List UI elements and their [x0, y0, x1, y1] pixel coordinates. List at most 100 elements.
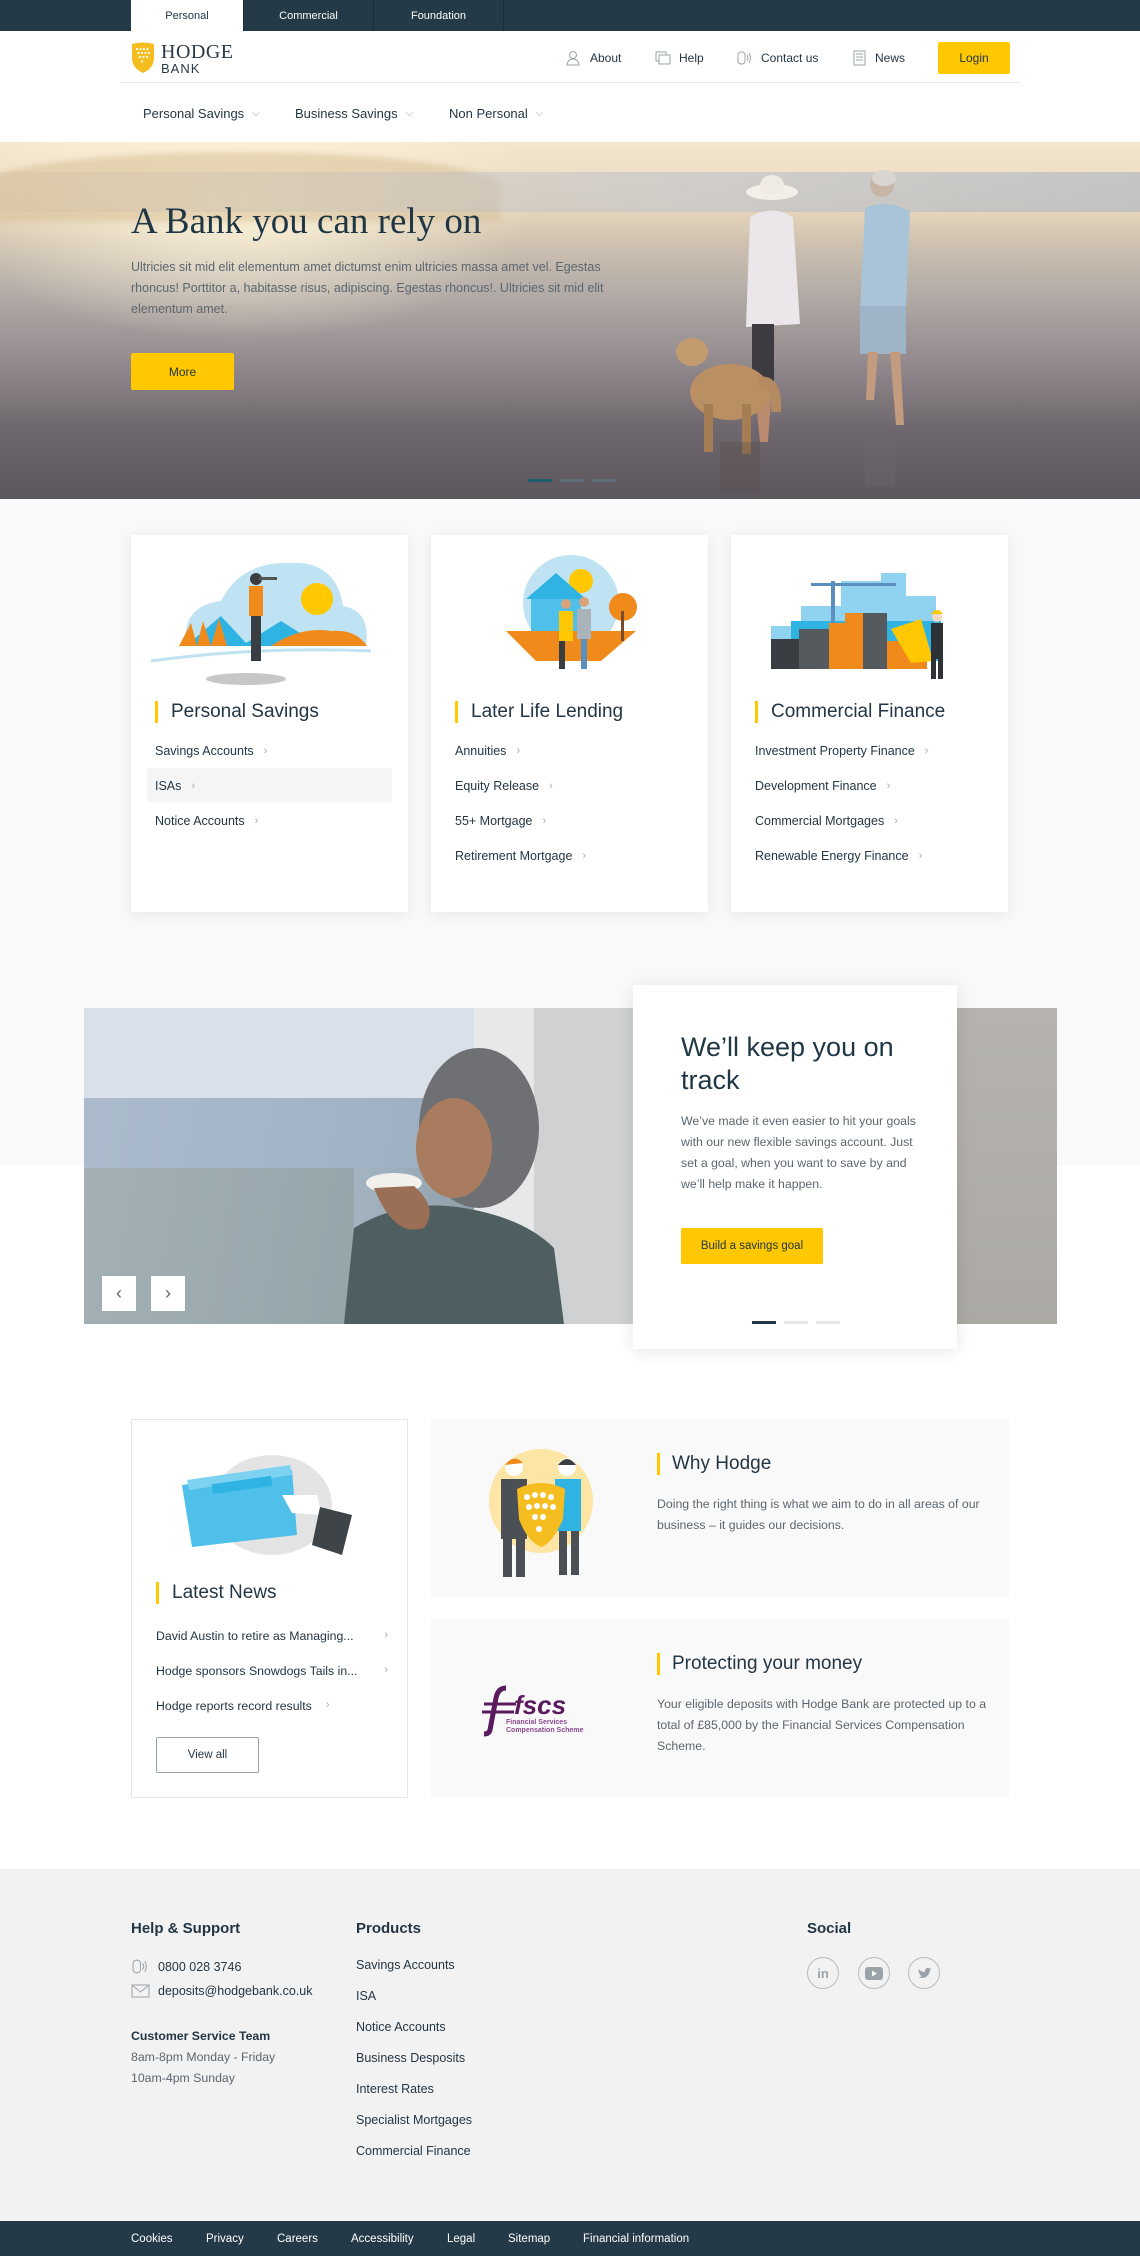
logo-name-top: HODGE [161, 40, 234, 63]
mail-icon [131, 1984, 150, 1998]
chevron-right-icon: › [263, 745, 268, 757]
linkedin-button[interactable]: in [807, 1957, 839, 1989]
nav-personal-savings[interactable]: Personal Savings ⌵ [143, 104, 260, 122]
chevron-right-icon: › [325, 1699, 330, 1711]
header-divider [120, 82, 1020, 83]
footer-product-link[interactable]: Interest Rates [356, 2082, 434, 2096]
house-couple-illustration [506, 555, 637, 669]
footer-product-link[interactable]: Notice Accounts [356, 2020, 446, 2034]
twitter-icon [917, 1967, 932, 1978]
build-savings-goal-button[interactable]: Build a savings goal [681, 1228, 823, 1264]
news-item[interactable]: Hodge reports record results › [156, 1699, 330, 1713]
card-link-isas[interactable]: ISAs › [155, 779, 195, 793]
tab-personal[interactable]: Personal [131, 0, 244, 31]
footer-social-heading: Social [807, 1920, 852, 1937]
utility-label: About [590, 51, 622, 65]
carousel-prev-button[interactable]: ‹ [102, 1276, 136, 1311]
card-link-renewable-energy-finance[interactable]: Renewable Energy Finance › [755, 849, 922, 863]
utility-contact[interactable]: Contact us [736, 44, 818, 72]
card-title: Personal Savings [155, 701, 319, 723]
footer-link-sitemap[interactable]: Sitemap [508, 2221, 550, 2256]
footer-phone[interactable]: 0800 028 3746 [131, 1957, 241, 1976]
news-item[interactable]: Hodge sponsors Snowdogs Tails in... › [156, 1664, 388, 1678]
hero-slide-dot-active[interactable] [528, 479, 552, 482]
footer-product-link[interactable]: Savings Accounts [356, 1958, 455, 1972]
utility-news[interactable]: News [850, 44, 905, 72]
login-button[interactable]: Login [938, 42, 1010, 74]
hero-banner [0, 142, 1140, 499]
link-label: Equity Release [455, 779, 540, 793]
news-item-label: Hodge reports record results [156, 1699, 312, 1713]
promo-slide-dot[interactable] [816, 1321, 840, 1324]
phone-icon [737, 51, 751, 65]
nav-label: Non Personal [449, 105, 528, 121]
footer-product-link[interactable]: Commercial Finance [356, 2144, 471, 2158]
hero-slide-dot[interactable] [592, 479, 616, 482]
protecting-text: Your eligible deposits with Hodge Bank a… [657, 1697, 987, 1753]
logo-name-bottom: BANK [161, 60, 201, 76]
footer-link-careers[interactable]: Careers [277, 2221, 318, 2256]
promo-slide-dot-active[interactable] [752, 1321, 776, 1324]
footer-link-accessibility[interactable]: Accessibility [351, 2221, 414, 2256]
hodge-bank-logo[interactable]: HODGE BANK [131, 40, 241, 76]
utility-help[interactable]: Help [654, 44, 704, 72]
utility-about[interactable]: About [565, 44, 621, 72]
card-link-55-mortgage[interactable]: 55+ Mortgage › [455, 814, 546, 828]
chevron-down-icon: ⌵ [405, 107, 414, 119]
card-link-retirement-mortgage[interactable]: Retirement Mortgage › [455, 849, 586, 863]
footer-link-financial-information[interactable]: Financial information [583, 2221, 689, 2256]
hero-slide-dot[interactable] [560, 479, 584, 482]
chat-icon [655, 51, 671, 65]
hero-more-button[interactable]: More [131, 353, 234, 390]
view-all-news-button[interactable]: View all [156, 1737, 259, 1773]
nav-label: Business Savings [295, 105, 398, 121]
footer-link-legal[interactable]: Legal [447, 2221, 475, 2256]
news-item[interactable]: David Austin to retire as Managing... › [156, 1629, 388, 1643]
nav-non-personal[interactable]: Non Personal ⌵ [449, 104, 543, 122]
phone-number: 0800 028 3746 [158, 1959, 242, 1974]
youtube-button[interactable] [858, 1957, 890, 1989]
tab-commercial[interactable]: Commercial [244, 0, 374, 31]
phone-icon [132, 1959, 147, 1974]
chevron-right-icon: › [924, 745, 929, 757]
chevron-right-icon: › [165, 1283, 171, 1303]
link-label: Savings Accounts [155, 744, 254, 758]
hero-couple-dog-image [676, 170, 910, 492]
chevron-right-icon: › [254, 815, 259, 827]
newspaper-icon [853, 50, 866, 66]
latest-news-card: Latest News David Austin to retire as Ma… [131, 1419, 408, 1798]
product-card-personal-savings: Personal Savings Savings Accounts › ISAs ›… [131, 535, 408, 912]
card-title: Later Life Lending [455, 701, 623, 723]
footer-product-link[interactable]: ISA [356, 1989, 376, 2003]
card-link-equity-release[interactable]: Equity Release › [455, 779, 553, 793]
card-link-investment-property-finance[interactable]: Investment Property Finance › [755, 744, 928, 758]
fscs-text: fscs [514, 1690, 566, 1720]
nav-business-savings[interactable]: Business Savings ⌵ [295, 104, 413, 122]
chevron-right-icon: › [516, 745, 521, 757]
tab-foundation[interactable]: Foundation [374, 0, 504, 31]
hours-weekday: 8am-8pm Monday - Friday [131, 2050, 276, 2064]
card-link-annuities[interactable]: Annuities › [455, 744, 520, 758]
hero-text: Ultricies sit mid elit elementum amet di… [131, 260, 604, 316]
footer-products-heading: Products [356, 1920, 422, 1937]
footer-link-cookies[interactable]: Cookies [131, 2221, 173, 2256]
link-label: Commercial Mortgages [755, 814, 885, 828]
chevron-right-icon: › [549, 780, 553, 792]
card-link-development-finance[interactable]: Development Finance › [755, 779, 890, 793]
footer-link-privacy[interactable]: Privacy [206, 2221, 244, 2256]
promo-slide-dot[interactable] [784, 1321, 808, 1324]
link-label: Renewable Energy Finance [755, 849, 909, 863]
carousel-next-button[interactable]: › [151, 1276, 185, 1311]
footer-product-link[interactable]: Specialist Mortgages [356, 2113, 472, 2127]
footer-email[interactable]: deposits@hodgebank.co.uk [131, 1984, 312, 1998]
twitter-button[interactable] [908, 1957, 940, 1989]
link-label: Development Finance [755, 779, 877, 793]
fscs-logo: fscs Financial Services Compensation Sch… [476, 1682, 588, 1737]
fscs-sub2: Compensation Scheme [506, 1727, 584, 1734]
card-link-commercial-mortgages[interactable]: Commercial Mortgages › [755, 814, 898, 828]
footer-product-link[interactable]: Business Desposits [356, 2051, 465, 2065]
link-label: Investment Property Finance [755, 744, 915, 758]
card-link-savings-accounts[interactable]: Savings Accounts › [155, 744, 267, 758]
linkedin-icon: in [817, 1965, 829, 1981]
card-link-notice-accounts[interactable]: Notice Accounts › [155, 814, 258, 828]
